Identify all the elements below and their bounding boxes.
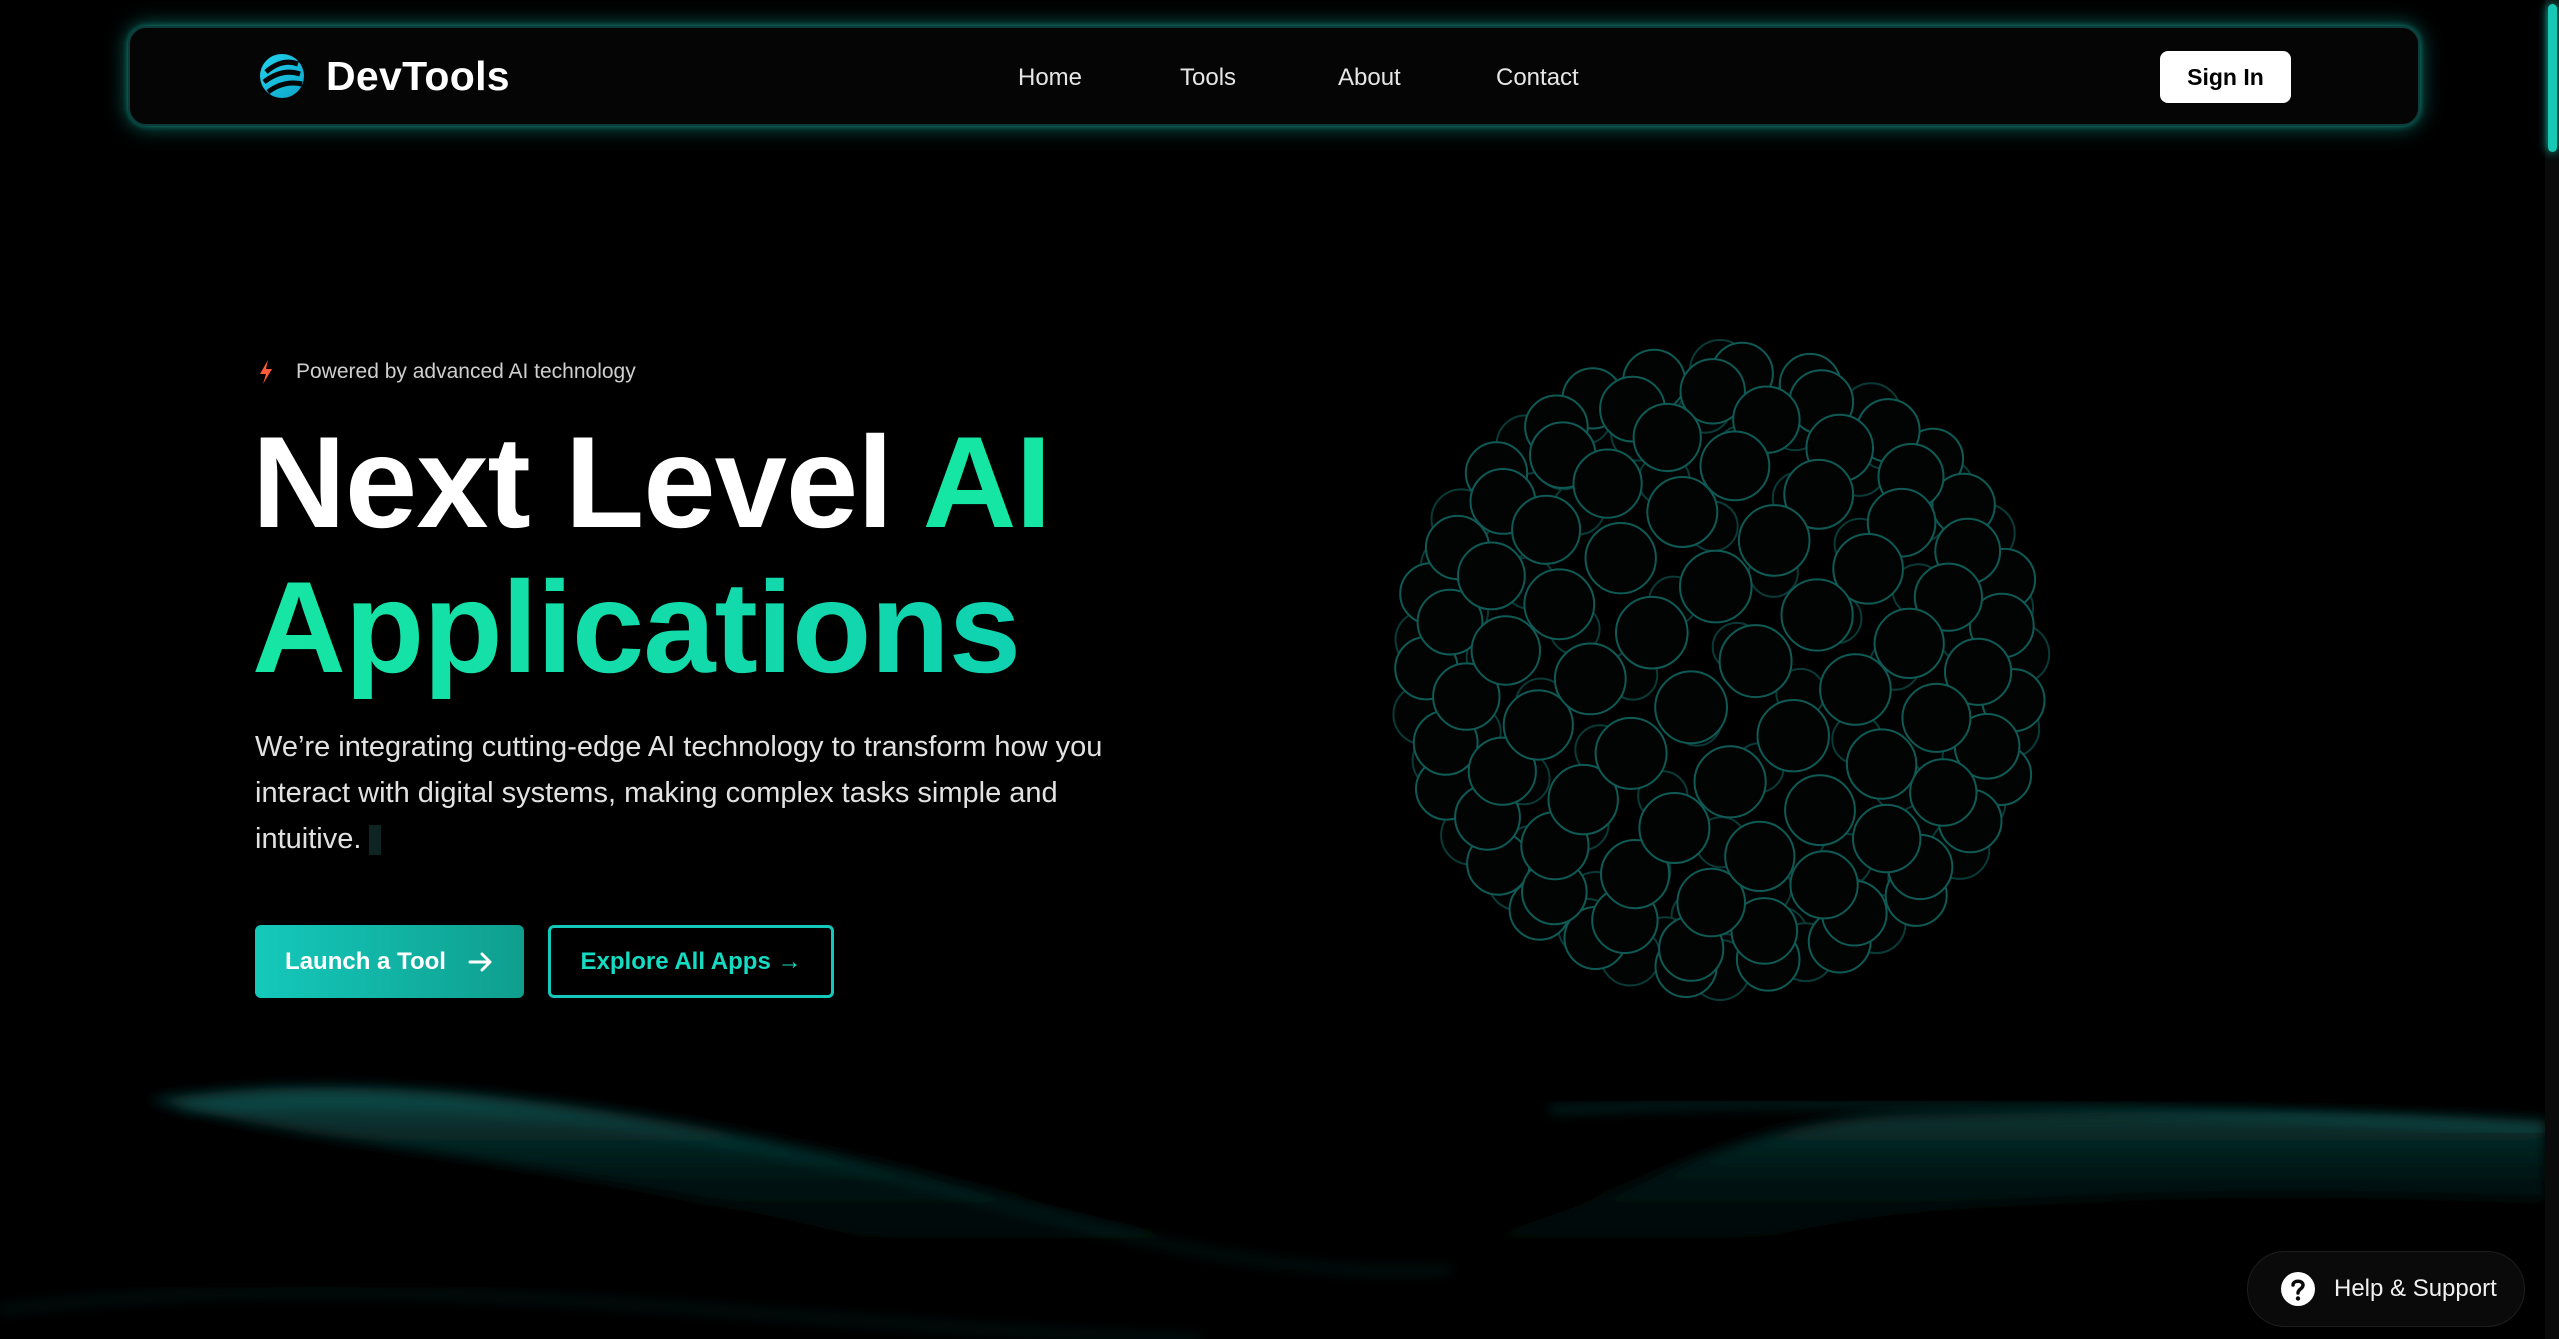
badge-text: Powered by advanced AI technology [296,360,636,383]
help-support-button[interactable]: Help & Support [2247,1251,2525,1327]
logo-icon [260,54,304,98]
hero-badge: Powered by advanced AI technology [258,360,636,384]
launch-tool-label: Launch a Tool [285,947,446,975]
nav-link-home[interactable]: Home [1018,64,1082,92]
subtitle-text: We’re integrating cutting-edge AI techno… [255,731,1103,855]
headline-part-accent: AI [922,409,1052,555]
brand-name: DevTools [326,52,510,99]
sign-in-button[interactable]: Sign In [2160,51,2291,103]
help-support-label: Help & Support [2334,1275,2497,1302]
nav-link-contact[interactable]: Contact [1496,64,1579,92]
hero-subtitle: We’re integrating cutting-edge AI techno… [255,724,1115,862]
sphere-graphic [1392,339,2051,1001]
typing-caret [369,825,382,856]
scrollbar-thumb[interactable] [2548,4,2557,152]
navbar: DevTools Home Tools About Contact Sign I… [128,26,2420,126]
nav-link-about[interactable]: About [1338,64,1401,92]
headline-part-white: Next Level [252,409,923,555]
question-mark-icon [2281,1272,2315,1306]
nav-link-tools[interactable]: Tools [1180,64,1236,92]
scrollbar[interactable] [2545,0,2559,1339]
hero-headline: Next Level AI Applications [252,409,1052,700]
arrow-right-icon [468,952,492,971]
headline-line-2: Applications [252,554,1021,700]
brand-logo[interactable]: DevTools [258,50,510,102]
launch-tool-button[interactable]: Launch a Tool [255,925,524,998]
wave-graphic [0,1087,2545,1339]
lightning-bolt-icon [260,360,272,384]
explore-apps-button[interactable]: Explore All Apps → [548,925,834,998]
